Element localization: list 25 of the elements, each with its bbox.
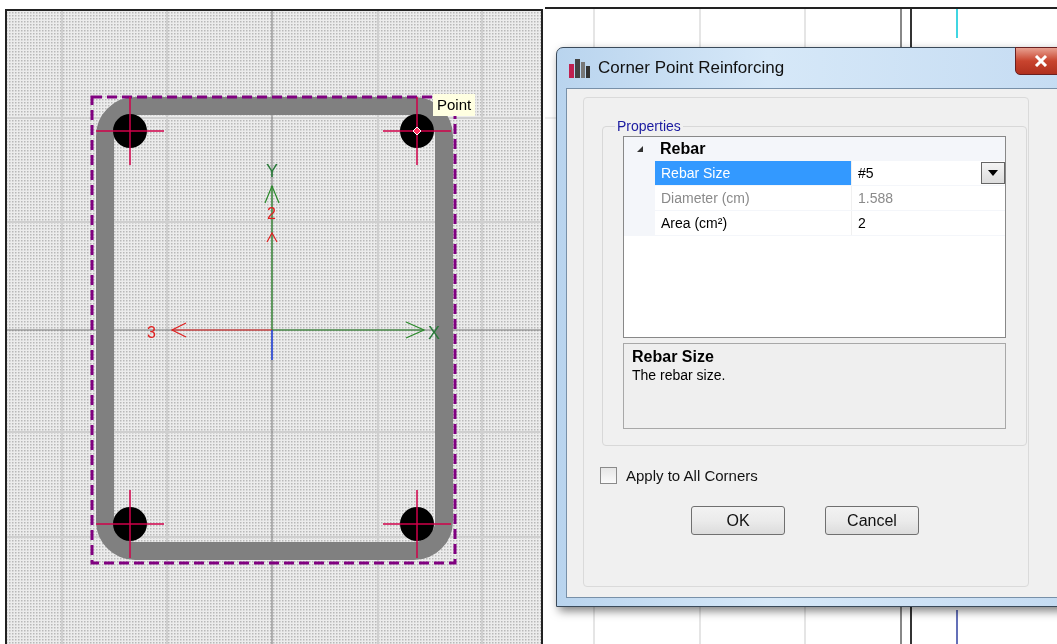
checkbox-label: Apply to All Corners — [626, 467, 758, 484]
description-title: Rebar Size — [632, 348, 715, 366]
local-axis-arrowhead — [266, 231, 278, 243]
description-text: The rebar size. — [632, 367, 727, 383]
rebar-point-drawing[interactable] — [95, 489, 165, 559]
rebar-point-drawing[interactable] — [95, 96, 165, 166]
close-icon — [1034, 55, 1048, 67]
group-label: Properties — [616, 118, 682, 134]
property-name[interactable]: Area (cm²) — [655, 211, 852, 235]
dropdown-button[interactable] — [981, 162, 1005, 184]
property-value[interactable]: #5 — [852, 161, 981, 185]
axis-label: X — [428, 323, 440, 343]
axis-label: 3 — [147, 324, 156, 341]
property-value[interactable]: 2 — [852, 211, 1005, 235]
dialog-button[interactable]: OK — [691, 506, 785, 535]
tooltip: Point — [433, 94, 476, 116]
rebar-point-drawing[interactable] — [382, 489, 452, 559]
app-icon — [568, 56, 592, 80]
dialog-button[interactable]: Cancel — [825, 506, 919, 535]
collapse-icon[interactable] — [636, 145, 644, 153]
axis-label: Y — [266, 161, 278, 181]
window-title: Corner Point Reinforcing — [598, 58, 785, 78]
caret-icon — [988, 170, 998, 176]
category-label: Rebar — [660, 140, 706, 158]
checkbox[interactable] — [600, 467, 617, 484]
